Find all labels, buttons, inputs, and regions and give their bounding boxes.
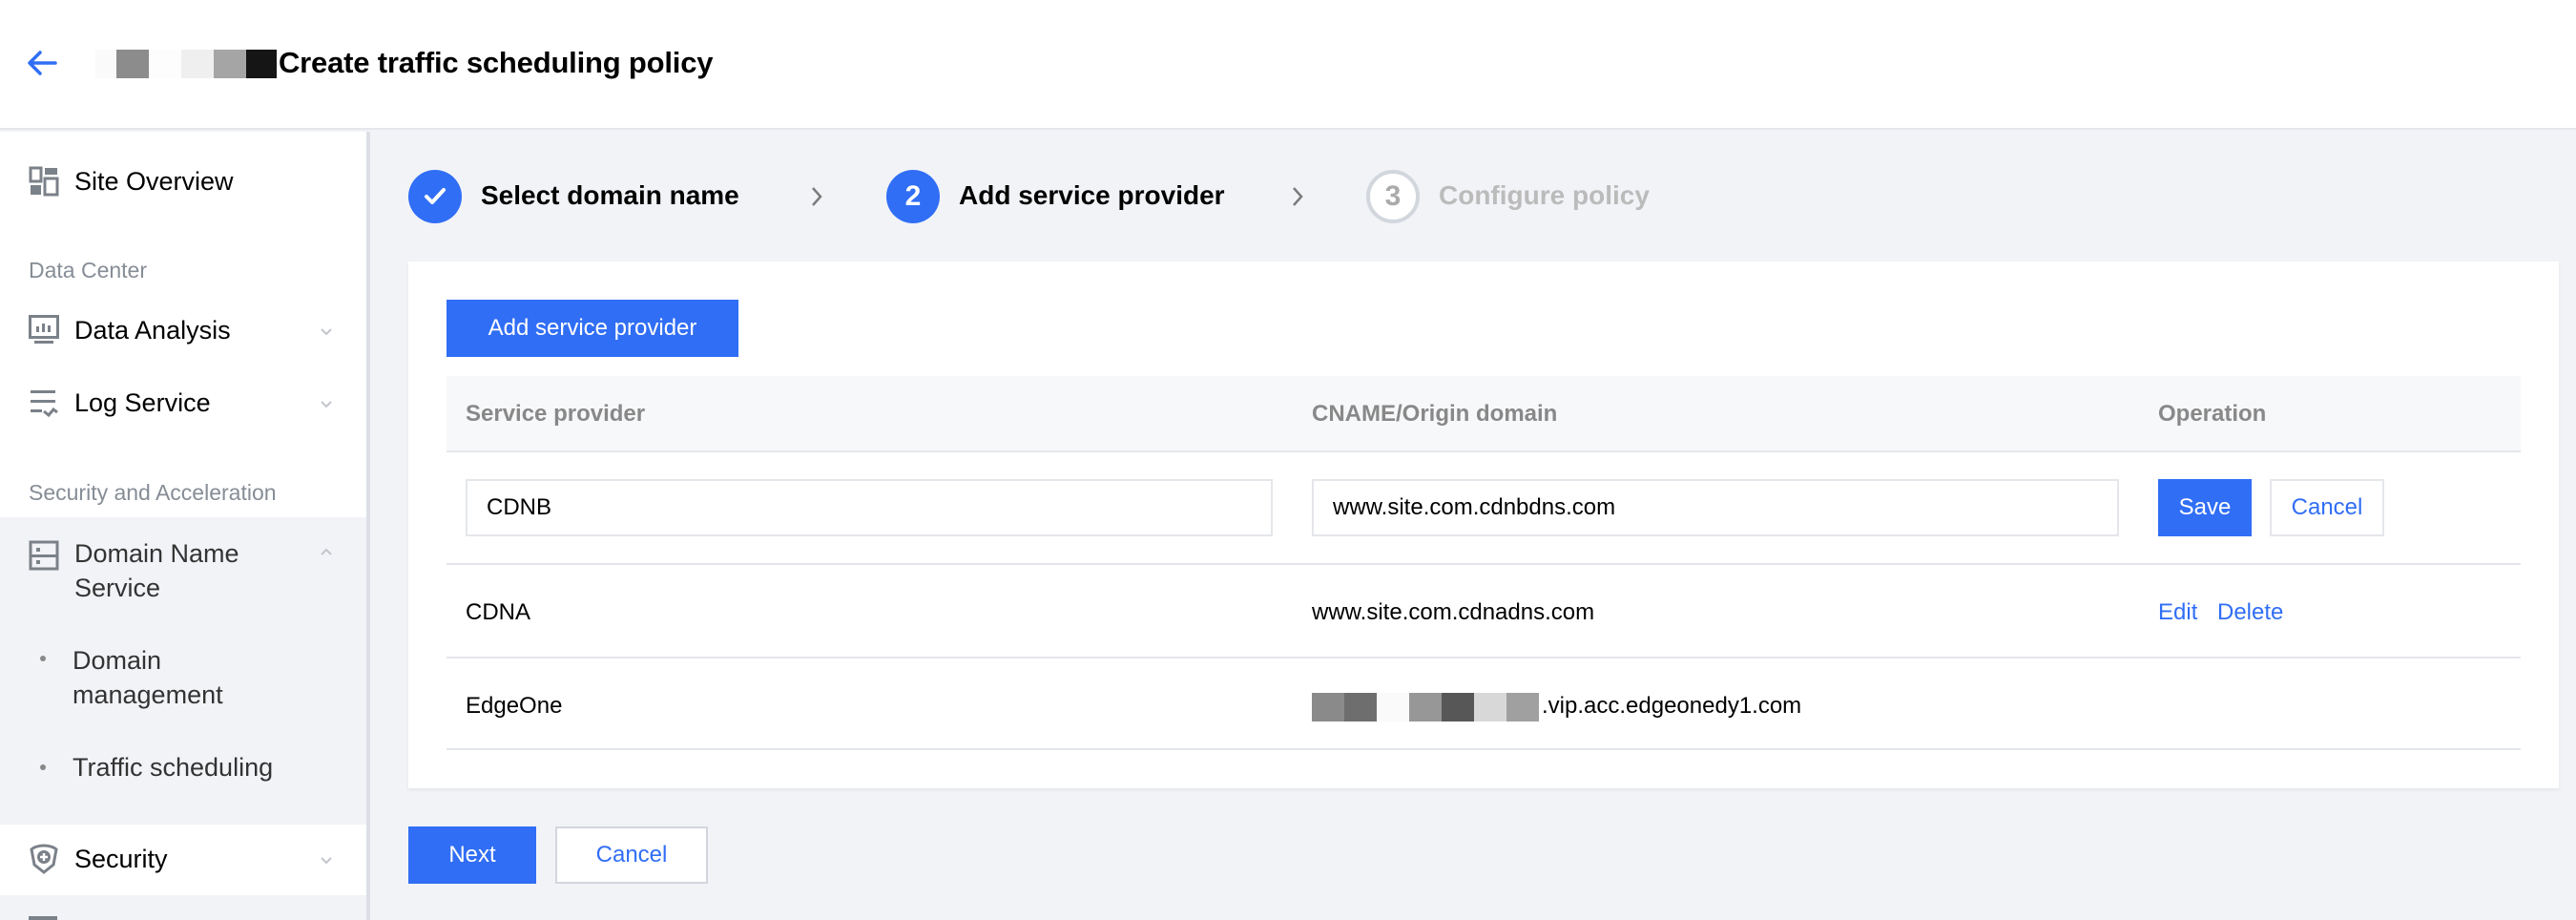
sidebar-item-label: Site Overview	[74, 167, 234, 196]
add-service-provider-button[interactable]: Add service provider	[447, 300, 738, 357]
sidebar-item-data-analysis[interactable]: Data Analysis	[0, 313, 366, 351]
cname-domain-input[interactable]	[1312, 479, 2119, 536]
next-button[interactable]: Next	[408, 826, 536, 884]
chevron-right-icon	[812, 187, 822, 206]
sidebar-item-site-overview[interactable]: Site Overview	[0, 164, 366, 202]
server-icon	[29, 540, 59, 571]
log-list-icon	[31, 390, 58, 418]
dashboard-icon	[29, 166, 59, 197]
sidebar-item-label: Security	[74, 845, 168, 873]
provider-cell: EdgeOne	[466, 693, 563, 719]
sidebar: Site Overview Data Center Data Analysis …	[0, 132, 370, 920]
chevron-down-icon	[321, 401, 332, 408]
sidebar-subitem-label: Traffic scheduling	[73, 753, 274, 782]
redacted-domain-prefix	[1312, 693, 1539, 721]
page-title: Create traffic scheduling policy	[279, 46, 714, 79]
sidebar-item-domain-name-service[interactable]: Domain Name Service	[0, 536, 366, 609]
cutoff-item-icon	[29, 916, 57, 920]
chevron-down-icon	[321, 857, 332, 865]
arrow-left-icon	[28, 51, 57, 75]
group-title-security-acceleration: Security and Acceleration	[29, 480, 277, 505]
service-provider-input[interactable]	[466, 479, 1273, 536]
group-title-data-center: Data Center	[29, 258, 148, 282]
redacted-site-name	[95, 50, 280, 78]
table-row: CDNA www.site.com.cdnadns.com Edit Delet…	[447, 565, 2521, 659]
sidebar-subitem-label: Domain management	[73, 646, 223, 709]
table-row-editing: Save Cancel	[447, 452, 2521, 565]
sidebar-subitem-domain-management[interactable]: Domain management	[0, 643, 366, 716]
domain-cell: www.site.com.cdnadns.com	[1312, 599, 1595, 625]
chevron-down-icon	[321, 328, 332, 336]
domain-cell: .vip.acc.edgeonedy1.com	[1542, 693, 1802, 719]
sidebar-item-label: Data Analysis	[74, 316, 231, 345]
step-2-current: 2	[886, 170, 940, 223]
column-header-operation: Operation	[2158, 401, 2267, 427]
step-1-done	[408, 170, 462, 223]
back-button[interactable]	[23, 44, 61, 82]
edit-link[interactable]: Edit	[2158, 599, 2197, 626]
step-3-label: Configure policy	[1439, 180, 1650, 210]
provider-cell: CDNA	[466, 599, 531, 625]
sidebar-item-log-service[interactable]: Log Service	[0, 386, 366, 424]
step-1-label: Select domain name	[481, 180, 739, 210]
table-row: EdgeOne .vip.acc.edgeonedy1.com	[447, 659, 2521, 750]
delete-link[interactable]: Delete	[2217, 599, 2283, 626]
check-icon	[425, 188, 446, 204]
step-3-pending: 3	[1366, 170, 1420, 223]
page-header: Create traffic scheduling policy	[0, 0, 2576, 130]
sidebar-item-security[interactable]: Security	[0, 842, 366, 880]
save-button[interactable]: Save	[2158, 479, 2252, 536]
bullet-icon	[40, 656, 46, 661]
table-header: Service provider CNAME/Origin domain Ope…	[447, 376, 2521, 452]
cancel-button[interactable]: Cancel	[555, 826, 708, 884]
service-provider-card: Add service provider Service provider CN…	[408, 261, 2559, 788]
monitor-chart-icon	[29, 315, 59, 344]
column-header-service-provider: Service provider	[466, 401, 646, 427]
chevron-up-icon	[321, 548, 332, 555]
step-2-label: Add service provider	[959, 180, 1225, 210]
shield-plus-icon	[30, 844, 58, 874]
bullet-icon	[40, 764, 46, 770]
chevron-right-icon	[1293, 187, 1303, 206]
sidebar-subitem-traffic-scheduling[interactable]: Traffic scheduling	[0, 750, 366, 788]
sidebar-item-label: Log Service	[74, 388, 211, 417]
sidebar-item-label: Domain Name Service	[74, 539, 239, 602]
cancel-edit-button[interactable]: Cancel	[2270, 479, 2384, 536]
column-header-cname: CNAME/Origin domain	[1312, 401, 1558, 427]
